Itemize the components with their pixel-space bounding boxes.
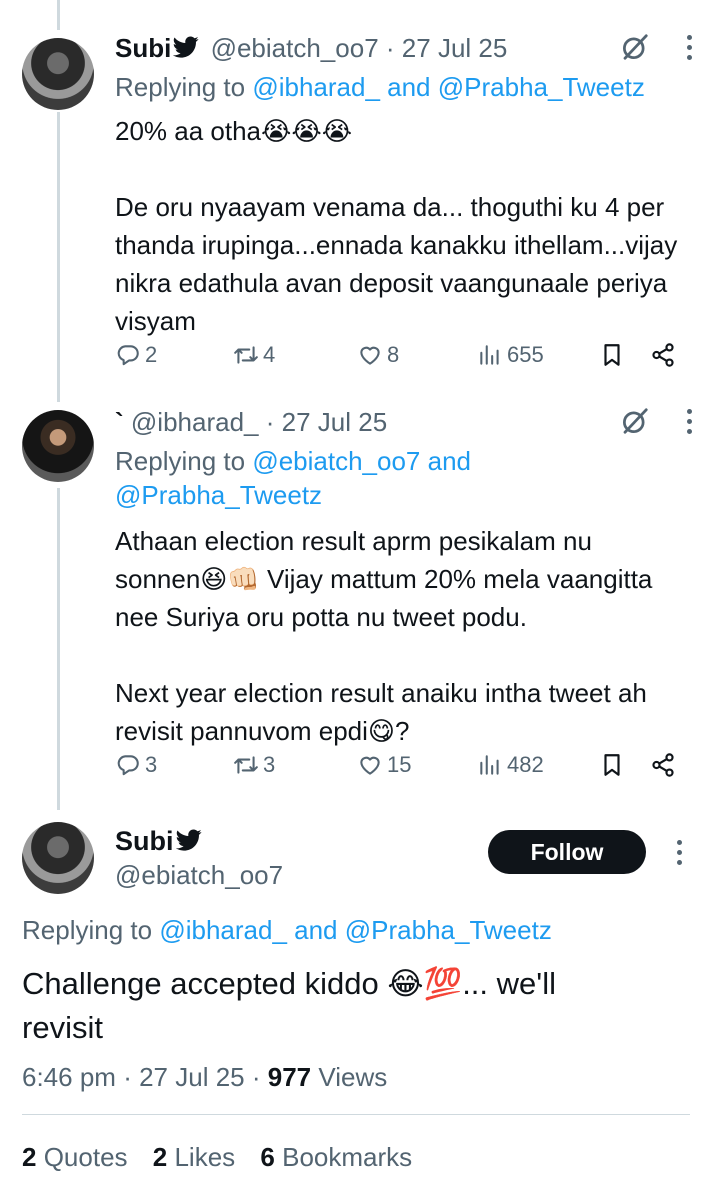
handle[interactable]: @ebiatch_oo7: [115, 858, 283, 892]
reply-icon: [115, 752, 141, 778]
like-button[interactable]: 15: [357, 752, 411, 778]
tweet-actions: 3 3 15 482: [115, 752, 682, 786]
tweet-header: ` @ibharad_ · 27 Jul 25: [115, 406, 682, 438]
tweet-date[interactable]: 27 Jul 25: [139, 1062, 245, 1092]
quotes-link[interactable]: 2 Quotes: [22, 1142, 128, 1172]
and-text: and: [294, 915, 338, 945]
separator: ·: [123, 1062, 132, 1092]
views-button[interactable]: 655: [477, 342, 544, 368]
display-name[interactable]: Subi: [115, 826, 174, 856]
bookmark-button[interactable]: [599, 752, 625, 778]
replying-prefix: Replying to: [115, 446, 246, 476]
retweet-count: 4: [263, 342, 276, 367]
tweet-header: Subi @ebiatch_oo7 · 27 Jul 25: [115, 32, 682, 64]
quotes-label: Quotes: [43, 1142, 128, 1172]
bookmarks-count: 6: [260, 1142, 275, 1172]
likes-label: Likes: [174, 1142, 236, 1172]
likes-link[interactable]: 2 Likes: [153, 1142, 235, 1172]
retweet-count: 3: [263, 752, 276, 777]
like-count: 15: [387, 752, 412, 777]
bookmarks-label: Bookmarks: [282, 1142, 413, 1172]
follow-button[interactable]: Follow: [488, 830, 646, 874]
views-count: 655: [507, 342, 544, 367]
tweet-date[interactable]: 27 Jul 25: [402, 33, 508, 63]
quotes-count: 2: [22, 1142, 37, 1172]
replying-prefix: Replying to: [22, 915, 153, 945]
replying-to: Replying to @ebiatch_oo7 and @Prabha_Twe…: [115, 444, 682, 512]
divider: [22, 1114, 690, 1115]
mention-link[interactable]: @Prabha_Tweetz: [115, 480, 322, 510]
tweet-text: Athaan election result aprm pesikalam nu…: [115, 526, 653, 746]
bird-verified-icon: [173, 34, 199, 60]
share-icon: [650, 752, 676, 778]
more-icon[interactable]: [686, 408, 692, 434]
display-name[interactable]: Subi: [115, 33, 171, 63]
handle[interactable]: @ibharad_: [131, 407, 259, 437]
mention-link[interactable]: @ibharad_: [159, 915, 287, 945]
views-button[interactable]: 482: [477, 752, 544, 778]
avatar[interactable]: [22, 38, 94, 110]
bird-verified-icon: [176, 827, 202, 853]
separator: ·: [385, 33, 395, 63]
reply-tweet[interactable]: Subi @ebiatch_oo7 · 27 Jul 25 Replying t…: [115, 32, 682, 340]
replying-to: Replying to @ibharad_ and @Prabha_Tweetz: [22, 913, 552, 947]
retweet-icon: [233, 342, 259, 368]
mention-link[interactable]: @Prabha_Tweetz: [438, 72, 645, 102]
views-icon: [477, 752, 503, 778]
tweet-time[interactable]: 6:46 pm: [22, 1062, 116, 1092]
views-icon: [477, 342, 503, 368]
mention-link[interactable]: @ebiatch_oo7: [252, 446, 420, 476]
bookmarks-link[interactable]: 6 Bookmarks: [260, 1142, 412, 1172]
tweet-text: 20% aa otha😭😭😭 De oru nyaayam venama da.…: [115, 116, 678, 336]
views-count: 482: [507, 752, 544, 777]
bookmark-icon: [599, 752, 625, 778]
bookmark-icon: [599, 342, 625, 368]
replying-to: Replying to @ibharad_ and @Prabha_Tweetz: [115, 70, 682, 104]
share-button[interactable]: [650, 342, 676, 368]
retweet-button[interactable]: 4: [233, 342, 275, 368]
share-button[interactable]: [650, 752, 676, 778]
reply-count: 2: [145, 342, 158, 367]
and-text: and: [387, 72, 431, 102]
reply-icon: [115, 342, 141, 368]
more-icon[interactable]: [676, 840, 682, 865]
like-button[interactable]: 8: [357, 342, 399, 368]
mention-link[interactable]: @Prabha_Tweetz: [345, 915, 552, 945]
and-text: and: [427, 446, 472, 476]
more-icon[interactable]: [686, 34, 692, 60]
separator: ·: [265, 407, 275, 437]
retweet-button[interactable]: 3: [233, 752, 275, 778]
reply-button[interactable]: 2: [115, 342, 157, 368]
tweet-meta: 6:46 pm · 27 Jul 25 · 977 Views: [22, 1062, 387, 1093]
likes-count: 2: [152, 1142, 168, 1172]
like-icon: [357, 752, 383, 778]
like-icon: [357, 342, 383, 368]
replying-prefix: Replying to: [115, 72, 246, 102]
main-tweet-text: Challenge accepted kiddo 😂💯... we'll rev…: [22, 966, 556, 1045]
mention-link[interactable]: @ibharad_: [252, 72, 380, 102]
handle[interactable]: @ebiatch_oo7: [211, 33, 379, 63]
thread-line: [57, 488, 60, 810]
like-count: 8: [387, 342, 400, 367]
views-count: 977: [267, 1062, 312, 1092]
display-name[interactable]: `: [115, 407, 124, 437]
bookmark-button[interactable]: [599, 342, 625, 368]
thread-line: [57, 112, 60, 402]
views-label: Views: [318, 1062, 388, 1092]
reply-button[interactable]: 3: [115, 752, 157, 778]
separator: ·: [251, 1062, 261, 1092]
thread-line: [57, 0, 60, 30]
avatar[interactable]: [22, 822, 94, 894]
tweet-date[interactable]: 27 Jul 25: [282, 407, 388, 437]
engagement-stats: 2 Quotes 2 Likes 6 Bookmarks: [22, 1142, 412, 1173]
reply-count: 3: [145, 752, 158, 777]
retweet-icon: [233, 752, 259, 778]
share-icon: [650, 342, 676, 368]
main-author: Subi @ebiatch_oo7: [115, 824, 283, 892]
avatar[interactable]: [22, 410, 94, 482]
reply-tweet[interactable]: ` @ibharad_ · 27 Jul 25 Replying to @ebi…: [115, 406, 682, 750]
tweet-actions: 2 4 8 655: [115, 342, 682, 376]
